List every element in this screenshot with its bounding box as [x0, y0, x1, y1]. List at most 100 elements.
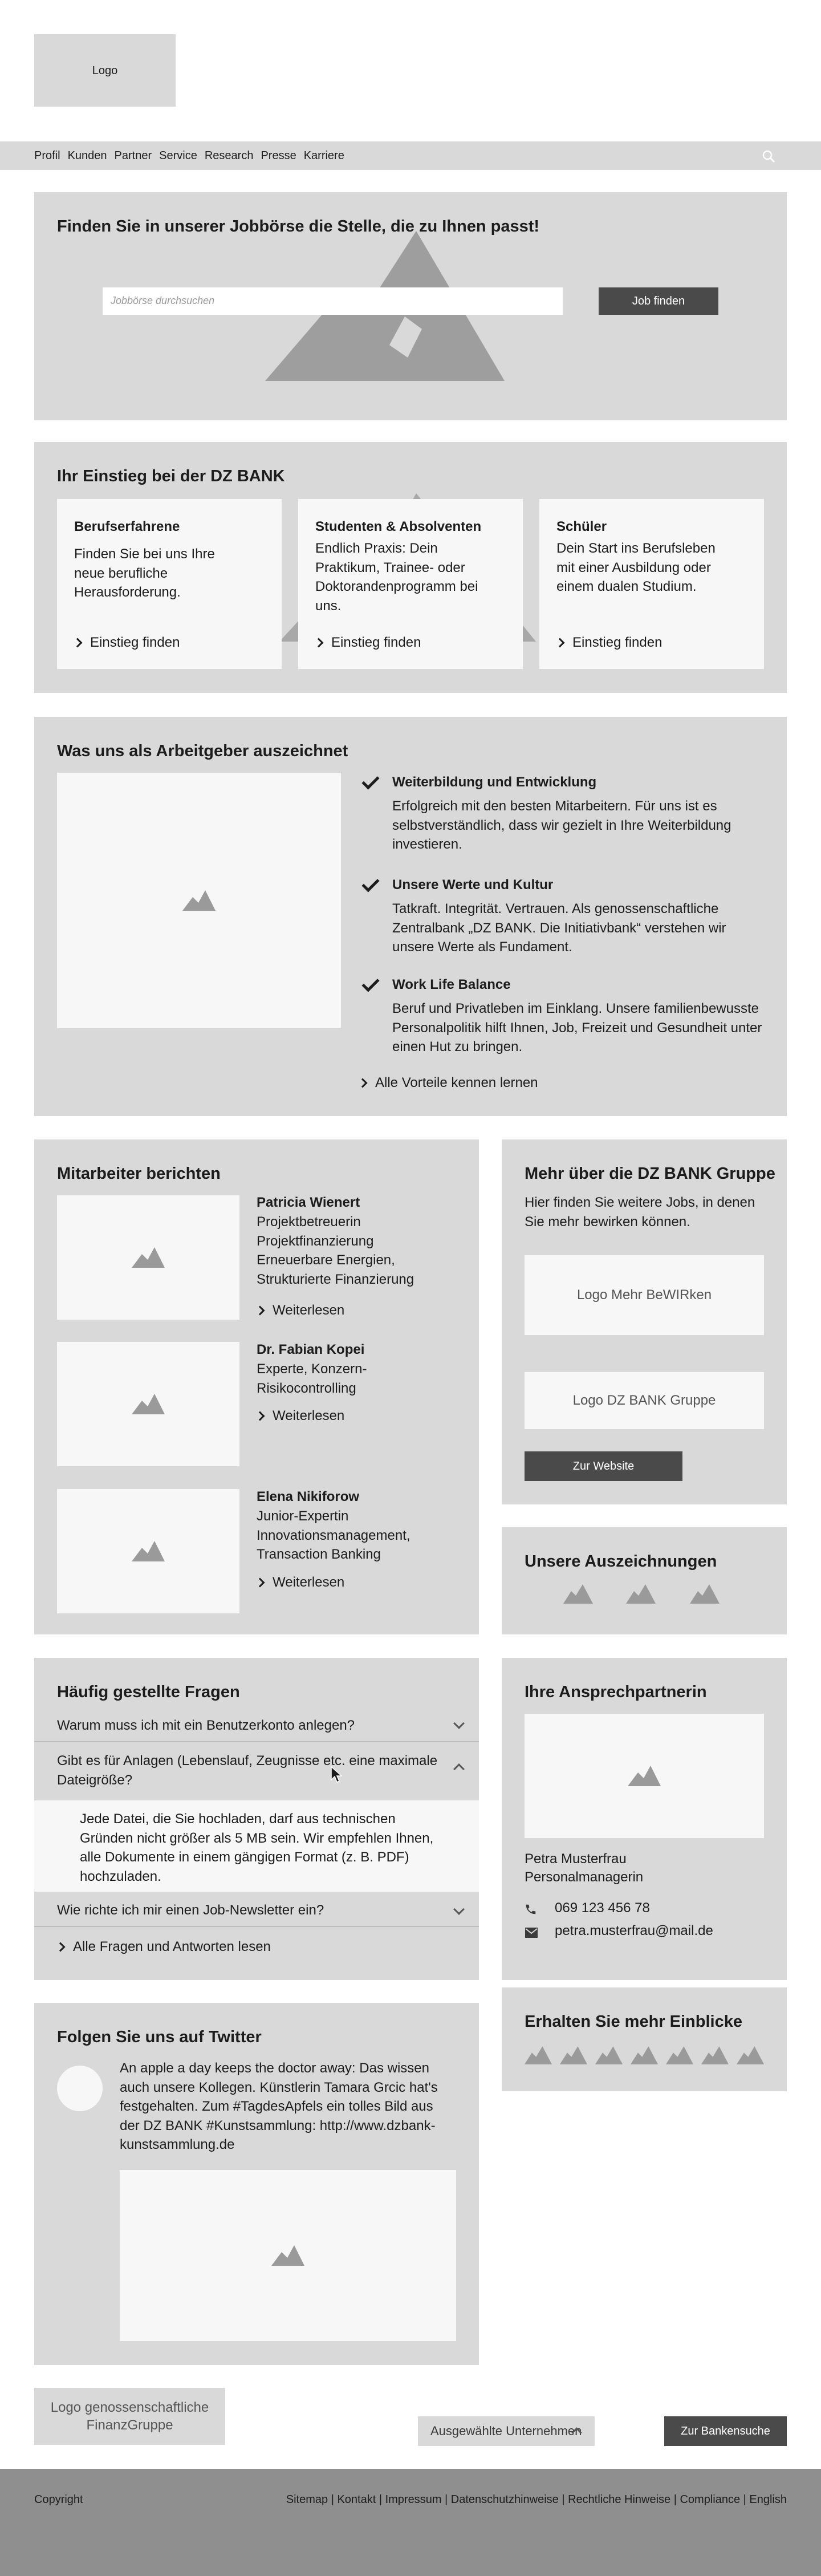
employee-photo[interactable] — [57, 1342, 239, 1466]
card-text: Dein Start ins Berufsleben mit einer Aus… — [556, 541, 716, 595]
card-link[interactable]: Einstieg finden — [72, 633, 180, 652]
faq-divider — [34, 1741, 479, 1742]
employee-role: Experte, Konzern-Risikocontrolling — [257, 1361, 367, 1396]
faq-panel: Häufig gestellte Fragen Warum muss ich m… — [34, 1658, 479, 1980]
image-placeholder-icon — [628, 1766, 661, 1786]
nav-item-karriere[interactable]: Karriere — [304, 148, 344, 164]
chevron-right-icon — [255, 1577, 265, 1588]
job-search-input[interactable]: Jobbörse durchsuchen — [103, 287, 563, 315]
social-icon[interactable] — [666, 2046, 693, 2065]
benefit-text: Beruf und Privatleben im Einklang. Unser… — [392, 1001, 762, 1055]
arbeitgeber-title: Was uns als Arbeitgeber auszeichnet — [57, 742, 348, 760]
twitter-panel: Folgen Sie uns auf Twitter An apple a da… — [34, 2003, 479, 2365]
footer: Copyright Sitemap | Kontakt | Impressum … — [0, 2469, 821, 2576]
zur-website-button[interactable]: Zur Website — [525, 1451, 682, 1481]
unternehmen-select[interactable]: Ausgewählte Unternehmen — [418, 2416, 595, 2446]
chevron-right-icon — [255, 1411, 265, 1421]
nav-item-kunden[interactable]: Kunden — [68, 148, 107, 164]
ansprech-panel: Ihre Ansprechpartnerin Petra Musterfrau … — [502, 1658, 787, 1980]
faq-question[interactable]: Warum muss ich mit ein Benutzerkonto anl… — [34, 1709, 479, 1743]
card-schueler[interactable]: Schüler Dein Start ins Berufsleben mit e… — [539, 499, 764, 669]
nav-items: Profil Kunden Partner Service Research P… — [34, 141, 344, 170]
mitarbeiter-panel: Mitarbeiter berichten Patricia Wienert P… — [34, 1139, 479, 1634]
employee-photo[interactable] — [57, 1195, 239, 1320]
award-icon — [563, 1584, 593, 1604]
image-placeholder-icon — [132, 1541, 165, 1561]
faq-question-text: Wie richte ich mir einen Job-Newsletter … — [57, 1902, 324, 1918]
employee-weiterlesen-link[interactable]: Weiterlesen — [255, 1573, 344, 1592]
tweet-text: An apple a day keeps the doctor away: Da… — [120, 2060, 438, 2153]
nav-item-partner[interactable]: Partner — [115, 148, 152, 164]
card-title: Schüler — [556, 519, 607, 534]
copyright: Copyright — [34, 2493, 83, 2506]
alle-vorteile-link[interactable]: Alle Vorteile kennen lernen — [357, 1073, 538, 1093]
card-link-label: Einstieg finden — [90, 635, 180, 650]
image-placeholder-icon — [182, 890, 216, 911]
card-link-label: Einstieg finden — [331, 635, 421, 650]
search-icon[interactable] — [762, 149, 775, 163]
mitarbeiter-title: Mitarbeiter berichten — [57, 1165, 221, 1183]
employee-weiterlesen-link[interactable]: Weiterlesen — [255, 1301, 345, 1320]
image-placeholder-icon — [132, 1247, 165, 1268]
tweet-image[interactable] — [120, 2170, 456, 2341]
chevron-right-icon — [314, 638, 324, 648]
card-berufserfahrene[interactable]: Berufserfahrene Finden Sie bei uns Ihre … — [57, 499, 282, 669]
benefit-text: Tatkraft. Integrität. Vertrauen. Als gen… — [392, 901, 726, 955]
chevron-down-icon — [453, 1904, 465, 1915]
employee-role: Junior-Expertin Innovationsmanagement, T… — [257, 1508, 410, 1563]
phone-icon — [526, 1904, 536, 1914]
contact-email[interactable]: petra.musterfrau@mail.de — [555, 1921, 713, 1941]
gruppe-text: Hier finden Sie weitere Jobs, in denen S… — [525, 1195, 755, 1230]
card-link[interactable]: Einstieg finden — [314, 633, 421, 652]
alle-vorteile-label: Alle Vorteile kennen lernen — [375, 1075, 538, 1090]
nav-item-research[interactable]: Research — [205, 148, 254, 164]
logo[interactable]: Logo — [34, 34, 176, 107]
finanzgruppe-logo-text: Logo genossenschaftliche FinanzGruppe — [50, 2399, 209, 2433]
logo-dz-bank-gruppe[interactable]: Logo DZ BANK Gruppe — [525, 1372, 764, 1429]
nav-item-profil[interactable]: Profil — [34, 148, 60, 164]
faq-answer: Jede Datei, die Sie hochladen, darf aus … — [34, 1800, 479, 1892]
card-link[interactable]: Einstieg finden — [555, 633, 662, 652]
zur-bankensuche-button[interactable]: Zur Bankensuche — [664, 2416, 787, 2446]
social-icon[interactable] — [737, 2046, 764, 2065]
image-placeholder-icon — [132, 1394, 165, 1414]
contact-photo — [525, 1714, 764, 1838]
nav-item-service[interactable]: Service — [159, 148, 197, 164]
faq-question[interactable]: Wie richte ich mir einen Job-Newsletter … — [34, 1893, 479, 1927]
weiterlesen-label: Weiterlesen — [273, 1303, 345, 1318]
gruppe-panel: Mehr über die DZ BANK Gruppe Hier finden… — [502, 1139, 787, 1504]
alle-fragen-link[interactable]: Alle Fragen und Antworten lesen — [55, 1937, 271, 1957]
faq-question-expanded[interactable]: Gibt es für Anlagen (Lebenslauf, Zeugnis… — [34, 1743, 479, 1800]
social-icon[interactable] — [631, 2046, 658, 2065]
social-icon[interactable] — [595, 2046, 623, 2065]
benefit-title: Weiterbildung und Entwicklung — [392, 774, 597, 790]
check-icon — [361, 874, 380, 893]
employee-role: Projektbetreuerin Projektfinanzierung Er… — [257, 1214, 414, 1287]
arbeitgeber-panel: Was uns als Arbeitgeber auszeichnet Weit… — [34, 717, 787, 1116]
social-icon[interactable] — [560, 2046, 587, 2065]
logo-mehr-bewirken[interactable]: Logo Mehr BeWIRken — [525, 1255, 764, 1335]
social-icon[interactable] — [701, 2046, 729, 2065]
employee-photo[interactable] — [57, 1489, 239, 1613]
contact-name: Petra Musterfrau — [525, 1851, 627, 1867]
einstieg-title: Ihr Einstieg bei der DZ BANK — [57, 467, 285, 485]
contact-phone[interactable]: 069 123 456 78 — [555, 1898, 650, 1918]
card-studenten[interactable]: Studenten & Absolventen Endlich Praxis: … — [298, 499, 523, 669]
logo-text: Logo — [92, 64, 118, 77]
faq-question-text: Warum muss ich mit ein Benutzerkonto anl… — [57, 1718, 355, 1733]
social-icon[interactable] — [525, 2046, 552, 2065]
employee-name: Elena Nikiforow — [257, 1489, 360, 1504]
check-icon — [361, 772, 380, 790]
image-placeholder-icon — [271, 2245, 304, 2266]
employee-name: Patricia Wienert — [257, 1195, 360, 1210]
benefit-title: Unsere Werte und Kultur — [392, 877, 554, 893]
finanzgruppe-logo[interactable]: Logo genossenschaftliche FinanzGruppe — [34, 2388, 225, 2445]
employee-weiterlesen-link[interactable]: Weiterlesen — [255, 1406, 344, 1426]
faq-title: Häufig gestellte Fragen — [57, 1683, 240, 1701]
card-text: Finden Sie bei uns Ihre neue berufliche … — [74, 546, 215, 601]
card-text: Endlich Praxis: Dein Praktikum, Trainee-… — [315, 541, 478, 614]
job-finden-button[interactable]: Job finden — [599, 287, 718, 315]
einblicke-panel: Erhalten Sie mehr Einblicke — [502, 1987, 787, 2091]
footer-links[interactable]: Sitemap | Kontakt | Impressum | Datensch… — [286, 2492, 787, 2508]
nav-item-presse[interactable]: Presse — [261, 148, 296, 164]
